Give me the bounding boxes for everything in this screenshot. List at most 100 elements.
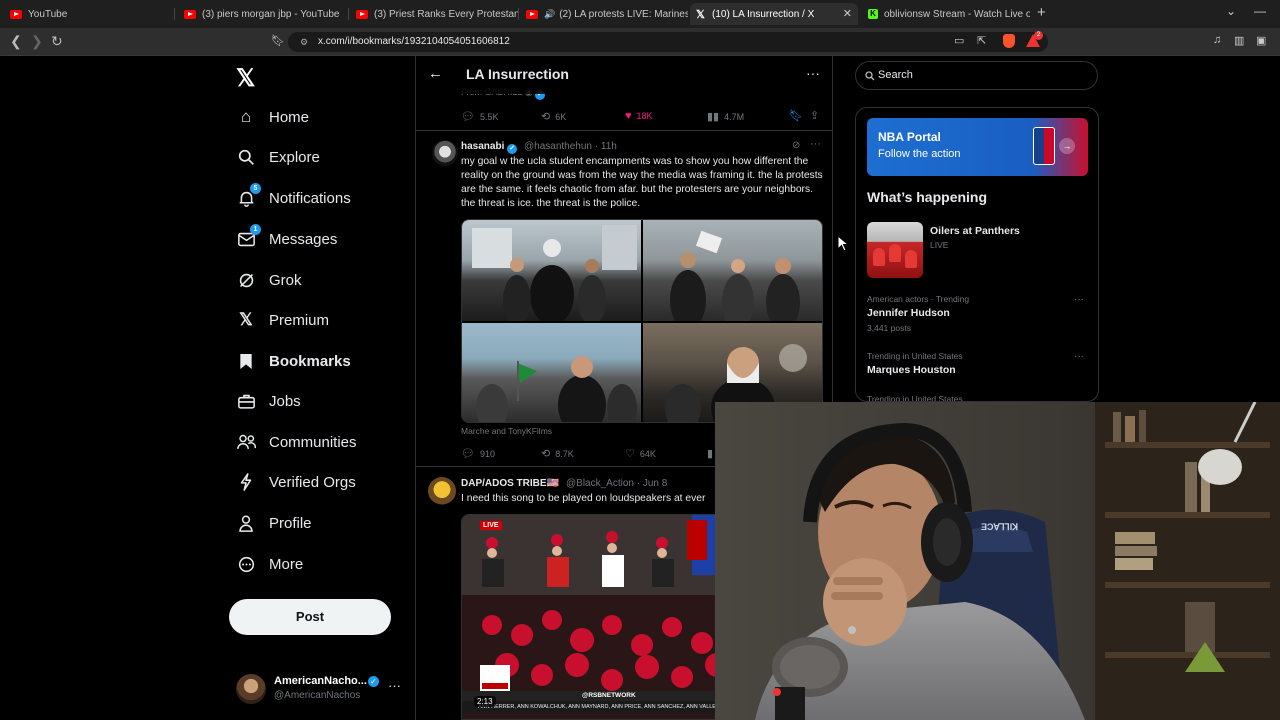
nav-notifications[interactable]: 5 Notifications [236,183,351,213]
nav-label: More [269,555,304,573]
tweet-photo[interactable] [462,323,641,422]
tweet-photo-grid[interactable] [461,219,823,423]
nav-grok[interactable]: Grok [236,265,302,295]
more-icon[interactable]: ··· [810,138,821,150]
close-icon[interactable]: ✕ [843,7,852,20]
more-icon[interactable]: ··· [388,678,401,693]
nav-label: Home [269,108,310,126]
nav-communities[interactable]: Communities [236,427,357,457]
search-input[interactable]: Search [855,61,1098,90]
nav-jobs[interactable]: Jobs [236,386,301,416]
media-icon[interactable]: ♫ [1213,34,1221,46]
wallet-icon[interactable]: ▣ [1256,34,1266,47]
nav-premium[interactable]: 𝕏 Premium [236,305,329,335]
nav-profile[interactable]: Profile [236,508,312,538]
nav-messages[interactable]: 1 Messages [236,224,337,254]
views-button[interactable]: ▮▮ 4.7M [707,110,744,123]
nav-label: Notifications [269,189,351,207]
repost-button[interactable]: ⟲ 6K [541,110,566,123]
account-handle: @AmericanNachos [274,690,361,701]
nav-home[interactable]: ⌂ Home [236,102,309,132]
tweet-author-handle[interactable]: @hasanthehun · 11h [524,141,617,152]
browser-tab[interactable]: K oblivionsw Stream - Watch Live on K [862,3,1030,25]
back-arrow-icon[interactable]: ← [428,65,443,82]
brave-shield-icon[interactable] [1003,34,1015,48]
grok-icon [236,270,256,290]
lightning-icon [236,472,256,492]
bookmark-icon [236,351,256,371]
avatar [236,674,266,704]
cast-icon[interactable]: ▭ [954,34,964,47]
nav-label: Grok [269,271,302,289]
youtube-icon [184,9,196,19]
reply-button[interactable]: 💬︎ 5.5K [461,110,498,123]
avatar[interactable] [432,140,458,166]
like-button[interactable]: ♥ 18K [625,110,653,122]
tab-title: YouTube [28,8,68,20]
repost-button[interactable]: ⟲ 8.7K [541,447,574,460]
arrow-right-icon[interactable]: → [1059,138,1075,154]
share-icon[interactable]: ⇱ [977,34,986,47]
mouse-cursor-icon [837,235,849,252]
trend-title: Oilers at Panthers [930,225,1020,237]
live-badge: LIVE [480,521,502,530]
more-icon[interactable]: ··· [1074,351,1084,362]
browser-tab-active[interactable]: 𝕏 (10) LA Insurrection / X ✕ [690,3,858,25]
browser-tab[interactable]: 🔊 (2) LA protests LIVE: Marines will [520,3,688,25]
post-button[interactable]: Post [229,599,391,635]
promo-subtitle: Follow the action [878,148,961,160]
reply-button[interactable]: 💬︎ 910 [461,447,495,460]
rewards-badge: 2 [1034,31,1043,40]
tweet-author-name[interactable]: hasanabi ✓ [461,141,518,154]
browser-tab[interactable]: (3) piers morgan jbp - YouTube [178,3,348,25]
more-icon[interactable]: ··· [806,65,820,81]
browser-tab-bar: YouTube (3) piers morgan jbp - YouTube (… [0,0,1280,28]
tweet-author-name[interactable]: DAP/ADOS TRIBE🇺🇸 [461,478,559,489]
browser-toolbar: ❮ ❯ ↻ 🔖︎ ⚙ x.com/i/bookmarks/19321040540… [0,28,1280,56]
avatar[interactable] [428,477,456,505]
more-icon[interactable]: ··· [1074,294,1084,305]
site-info-icon[interactable]: ⚙ [300,32,308,52]
tab-title: (3) Priest Ranks Every Protestant Her [374,8,518,20]
bookmark-toggle[interactable]: 🔖︎ [789,109,803,122]
x-logo-icon[interactable]: 𝕏 [236,64,255,93]
nav-more[interactable]: More [236,549,303,579]
nav-verified-orgs[interactable]: Verified Orgs [236,467,356,497]
video-duration: 2:13 [474,696,496,707]
media-credit[interactable]: Marche and TonyKFilms [461,426,552,436]
address-bar[interactable]: ⚙ x.com/i/bookmarks/1932104054051606812 [288,32,1048,52]
tweet-photo[interactable] [643,220,822,321]
reload-icon[interactable]: ↻ [51,33,63,50]
like-button[interactable]: ♡ 64K [625,447,656,460]
promo-title: NBA Portal [878,130,941,144]
nav-label: Profile [269,514,312,532]
column-header: ← LA Insurrection ··· [416,56,832,94]
tab-title: (2) LA protests LIVE: Marines will [559,8,688,20]
nav-label: Communities [269,433,357,451]
browser-tab[interactable]: (3) Priest Ranks Every Protestant Her [350,3,518,25]
repost-icon: ⟲ [541,111,551,123]
nav-label: Messages [269,230,338,248]
forward-icon[interactable]: ❯ [31,33,43,50]
browser-tab[interactable]: YouTube [4,3,174,25]
new-tab-icon[interactable]: + [1037,4,1046,21]
bookmark-page-icon[interactable]: 🔖︎ [271,34,285,47]
promo-card[interactable]: NBA Portal Follow the action → [867,118,1088,176]
tweet-author-handle[interactable]: @Black_Action · Jun 8 [566,478,667,489]
share-button[interactable]: ⇪ [810,109,819,122]
account-switcher[interactable]: AmericanNacho... ✓ @AmericanNachos ··· [236,674,406,706]
nav-bookmarks[interactable]: Bookmarks [236,346,351,376]
tweet-photo[interactable] [462,220,641,321]
grok-explain-icon[interactable]: ⊘ [792,140,800,151]
nav-label: Jobs [269,392,301,410]
nav-label: Verified Orgs [269,473,356,491]
minimize-icon[interactable]: — [1254,4,1266,18]
nav-explore[interactable]: Explore [236,142,320,172]
chevron-down-icon[interactable]: ⌄ [1226,4,1236,18]
mail-icon: 1 [236,224,261,249]
sidebar-icon[interactable]: ▥ [1234,34,1244,47]
tab-title: (10) LA Insurrection / X [712,8,815,20]
page-title: LA Insurrection [466,66,569,82]
nav-label: Premium [269,311,330,329]
back-icon[interactable]: ❮ [10,33,22,50]
